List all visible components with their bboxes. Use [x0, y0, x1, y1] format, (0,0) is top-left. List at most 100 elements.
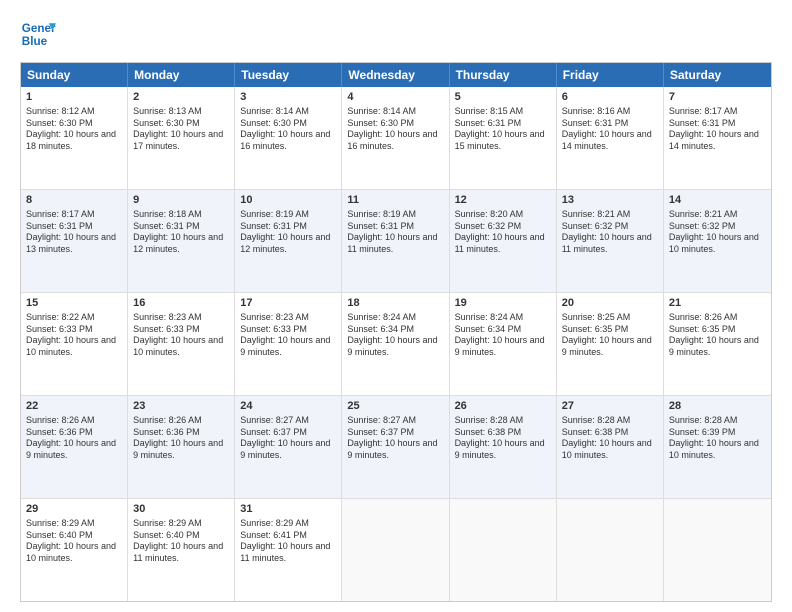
cell-daylight: Daylight: 10 hours and 13 minutes.: [26, 232, 122, 255]
cell-sunset: Sunset: 6:31 PM: [347, 221, 443, 233]
svg-text:Blue: Blue: [22, 35, 48, 48]
cell-sunset: Sunset: 6:39 PM: [669, 427, 766, 439]
day-number: 21: [669, 296, 766, 311]
cell-daylight: Daylight: 10 hours and 9 minutes.: [669, 335, 766, 358]
cell-daylight: Daylight: 10 hours and 12 minutes.: [240, 232, 336, 255]
day-number: 9: [133, 193, 229, 208]
calendar-cell: 19Sunrise: 8:24 AMSunset: 6:34 PMDayligh…: [450, 293, 557, 395]
cell-daylight: Daylight: 10 hours and 9 minutes.: [347, 335, 443, 358]
day-number: 3: [240, 90, 336, 105]
cell-sunrise: Sunrise: 8:17 AM: [26, 209, 122, 221]
calendar-cell: 23Sunrise: 8:26 AMSunset: 6:36 PMDayligh…: [128, 396, 235, 498]
weekday-header: Sunday: [21, 63, 128, 87]
cell-sunrise: Sunrise: 8:19 AM: [347, 209, 443, 221]
day-number: 30: [133, 502, 229, 517]
cell-daylight: Daylight: 10 hours and 10 minutes.: [669, 438, 766, 461]
calendar-header-row: SundayMondayTuesdayWednesdayThursdayFrid…: [21, 63, 771, 87]
cell-sunset: Sunset: 6:33 PM: [240, 324, 336, 336]
cell-sunrise: Sunrise: 8:14 AM: [240, 106, 336, 118]
calendar-cell: 28Sunrise: 8:28 AMSunset: 6:39 PMDayligh…: [664, 396, 771, 498]
cell-sunrise: Sunrise: 8:20 AM: [455, 209, 551, 221]
cell-sunset: Sunset: 6:41 PM: [240, 530, 336, 542]
cell-daylight: Daylight: 10 hours and 16 minutes.: [347, 129, 443, 152]
day-number: 5: [455, 90, 551, 105]
cell-sunset: Sunset: 6:30 PM: [26, 118, 122, 130]
cell-sunrise: Sunrise: 8:24 AM: [347, 312, 443, 324]
day-number: 15: [26, 296, 122, 311]
cell-sunrise: Sunrise: 8:26 AM: [669, 312, 766, 324]
calendar-cell: 16Sunrise: 8:23 AMSunset: 6:33 PMDayligh…: [128, 293, 235, 395]
cell-daylight: Daylight: 10 hours and 12 minutes.: [133, 232, 229, 255]
cell-sunset: Sunset: 6:31 PM: [26, 221, 122, 233]
calendar-cell: 27Sunrise: 8:28 AMSunset: 6:38 PMDayligh…: [557, 396, 664, 498]
cell-sunrise: Sunrise: 8:28 AM: [455, 415, 551, 427]
cell-sunrise: Sunrise: 8:15 AM: [455, 106, 551, 118]
cell-sunrise: Sunrise: 8:21 AM: [562, 209, 658, 221]
cell-sunrise: Sunrise: 8:21 AM: [669, 209, 766, 221]
cell-daylight: Daylight: 10 hours and 18 minutes.: [26, 129, 122, 152]
day-number: 16: [133, 296, 229, 311]
day-number: 1: [26, 90, 122, 105]
cell-sunrise: Sunrise: 8:12 AM: [26, 106, 122, 118]
calendar-cell: 25Sunrise: 8:27 AMSunset: 6:37 PMDayligh…: [342, 396, 449, 498]
cell-sunrise: Sunrise: 8:24 AM: [455, 312, 551, 324]
calendar-cell: 20Sunrise: 8:25 AMSunset: 6:35 PMDayligh…: [557, 293, 664, 395]
calendar-cell: 8Sunrise: 8:17 AMSunset: 6:31 PMDaylight…: [21, 190, 128, 292]
cell-daylight: Daylight: 10 hours and 10 minutes.: [26, 335, 122, 358]
day-number: 27: [562, 399, 658, 414]
cell-sunset: Sunset: 6:30 PM: [240, 118, 336, 130]
cell-daylight: Daylight: 10 hours and 9 minutes.: [240, 438, 336, 461]
cell-sunset: Sunset: 6:40 PM: [26, 530, 122, 542]
cell-sunset: Sunset: 6:31 PM: [133, 221, 229, 233]
cell-sunset: Sunset: 6:34 PM: [347, 324, 443, 336]
cell-sunset: Sunset: 6:30 PM: [347, 118, 443, 130]
calendar-cell: 18Sunrise: 8:24 AMSunset: 6:34 PMDayligh…: [342, 293, 449, 395]
day-number: 8: [26, 193, 122, 208]
cell-sunset: Sunset: 6:31 PM: [562, 118, 658, 130]
day-number: 12: [455, 193, 551, 208]
cell-sunrise: Sunrise: 8:23 AM: [240, 312, 336, 324]
cell-sunset: Sunset: 6:38 PM: [562, 427, 658, 439]
cell-sunrise: Sunrise: 8:26 AM: [26, 415, 122, 427]
cell-sunset: Sunset: 6:32 PM: [669, 221, 766, 233]
calendar-cell: 15Sunrise: 8:22 AMSunset: 6:33 PMDayligh…: [21, 293, 128, 395]
cell-daylight: Daylight: 10 hours and 10 minutes.: [562, 438, 658, 461]
calendar-row: 29Sunrise: 8:29 AMSunset: 6:40 PMDayligh…: [21, 499, 771, 601]
weekday-header: Friday: [557, 63, 664, 87]
cell-daylight: Daylight: 10 hours and 15 minutes.: [455, 129, 551, 152]
cell-sunrise: Sunrise: 8:27 AM: [240, 415, 336, 427]
weekday-header: Wednesday: [342, 63, 449, 87]
calendar-row: 15Sunrise: 8:22 AMSunset: 6:33 PMDayligh…: [21, 293, 771, 396]
day-number: 26: [455, 399, 551, 414]
cell-sunset: Sunset: 6:33 PM: [133, 324, 229, 336]
calendar-cell: 24Sunrise: 8:27 AMSunset: 6:37 PMDayligh…: [235, 396, 342, 498]
calendar-cell: 30Sunrise: 8:29 AMSunset: 6:40 PMDayligh…: [128, 499, 235, 601]
weekday-header: Thursday: [450, 63, 557, 87]
day-number: 13: [562, 193, 658, 208]
day-number: 19: [455, 296, 551, 311]
weekday-header: Tuesday: [235, 63, 342, 87]
cell-daylight: Daylight: 10 hours and 10 minutes.: [669, 232, 766, 255]
day-number: 4: [347, 90, 443, 105]
day-number: 14: [669, 193, 766, 208]
cell-sunset: Sunset: 6:37 PM: [347, 427, 443, 439]
calendar-cell: 17Sunrise: 8:23 AMSunset: 6:33 PMDayligh…: [235, 293, 342, 395]
calendar-cell: 5Sunrise: 8:15 AMSunset: 6:31 PMDaylight…: [450, 87, 557, 189]
calendar-row: 1Sunrise: 8:12 AMSunset: 6:30 PMDaylight…: [21, 87, 771, 190]
logo-icon: General Blue: [20, 16, 56, 52]
cell-sunset: Sunset: 6:32 PM: [455, 221, 551, 233]
cell-daylight: Daylight: 10 hours and 9 minutes.: [455, 335, 551, 358]
cell-sunrise: Sunrise: 8:14 AM: [347, 106, 443, 118]
day-number: 18: [347, 296, 443, 311]
cell-sunset: Sunset: 6:30 PM: [133, 118, 229, 130]
day-number: 10: [240, 193, 336, 208]
day-number: 2: [133, 90, 229, 105]
calendar-cell: 21Sunrise: 8:26 AMSunset: 6:35 PMDayligh…: [664, 293, 771, 395]
calendar-cell: 6Sunrise: 8:16 AMSunset: 6:31 PMDaylight…: [557, 87, 664, 189]
cell-sunrise: Sunrise: 8:28 AM: [562, 415, 658, 427]
cell-sunset: Sunset: 6:35 PM: [562, 324, 658, 336]
cell-sunset: Sunset: 6:38 PM: [455, 427, 551, 439]
cell-sunrise: Sunrise: 8:27 AM: [347, 415, 443, 427]
calendar-cell: 31Sunrise: 8:29 AMSunset: 6:41 PMDayligh…: [235, 499, 342, 601]
day-number: 28: [669, 399, 766, 414]
